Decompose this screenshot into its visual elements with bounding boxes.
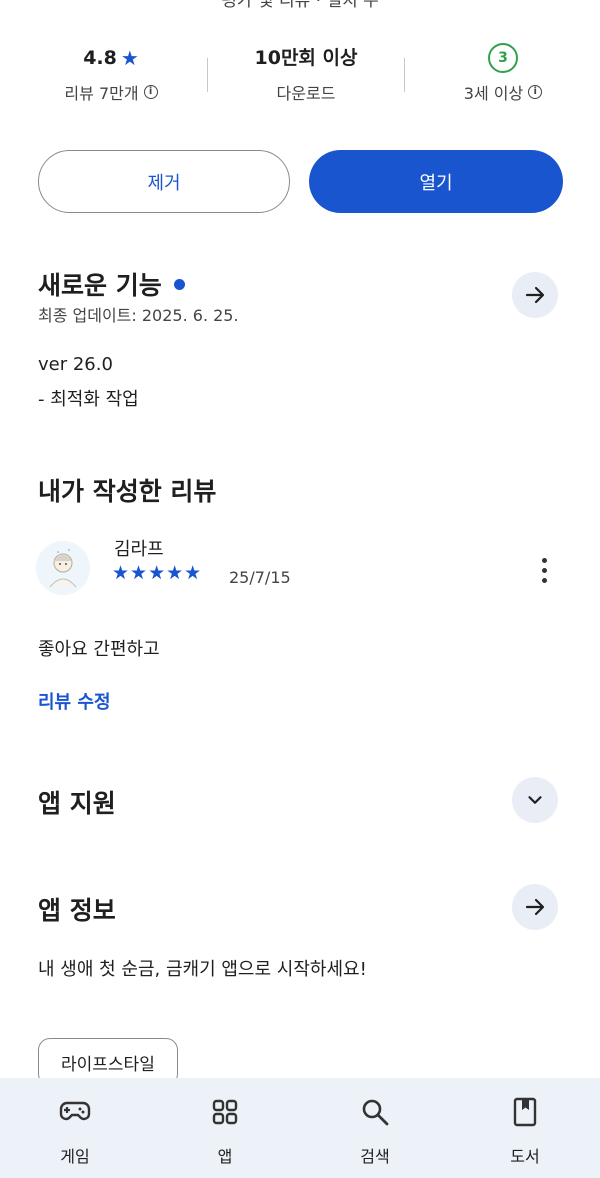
- age-label: 3세 이상: [463, 84, 524, 103]
- whats-new-title-text: 새로운 기능: [38, 271, 162, 300]
- more-options-icon[interactable]: [532, 553, 556, 587]
- rating-stat[interactable]: 4.8 ★ 리뷰 7만개 i: [11, 40, 211, 104]
- age-rating-badge: 3: [488, 43, 518, 73]
- nav-label: 게임: [60, 1147, 90, 1166]
- age-stat[interactable]: 3 3세 이상 i: [403, 40, 600, 104]
- app-info-title[interactable]: 앱 정보: [38, 891, 116, 927]
- avatar-illustration: [36, 541, 90, 595]
- app-info-arrow-button[interactable]: [512, 884, 558, 930]
- rating-value: 4.8: [83, 47, 117, 69]
- downloads-label: 다운로드: [276, 84, 336, 103]
- info-icon: i: [143, 85, 158, 99]
- nav-label: 앱: [217, 1147, 233, 1166]
- apps-grid-icon: [212, 1099, 238, 1125]
- open-button[interactable]: 열기: [309, 150, 563, 213]
- last-updated: 최종 업데이트: 2025. 6. 25.: [38, 306, 239, 325]
- downloads-stat: 10만회 이상 다운로드: [206, 40, 406, 104]
- review-stars: ★★★★★: [112, 562, 203, 584]
- gamepad-icon: [59, 1101, 91, 1121]
- whats-new-arrow-button[interactable]: [512, 272, 558, 318]
- book-icon: [513, 1097, 537, 1127]
- search-icon: [362, 1099, 389, 1126]
- edit-review-link[interactable]: 리뷰 수정: [38, 688, 111, 714]
- remove-button[interactable]: 제거: [38, 150, 290, 213]
- nav-item-books[interactable]: 도서: [450, 1078, 600, 1178]
- whats-new-title[interactable]: 새로운 기능: [38, 266, 185, 302]
- my-review-title: 내가 작성한 리뷰: [38, 477, 217, 506]
- nav-label: 도서: [510, 1147, 540, 1166]
- app-support-expand-button[interactable]: [512, 777, 558, 823]
- chevron-down-icon: [528, 796, 542, 804]
- reviewer-name: 김라프: [114, 539, 164, 560]
- bottom-navigation: 게임 앱 검색 도서: [0, 1078, 600, 1178]
- star-icon: ★: [120, 46, 139, 70]
- review-text: 좋아요 간편하고: [38, 639, 160, 660]
- review-date: 25/7/15: [229, 568, 291, 587]
- nav-item-search[interactable]: 검색: [300, 1078, 450, 1178]
- whats-new-line: ver 26.0: [38, 354, 113, 375]
- app-support-title[interactable]: 앱 지원: [38, 784, 116, 820]
- nav-item-apps[interactable]: 앱: [150, 1078, 300, 1178]
- app-description: 내 생애 첫 순금, 금캐기 앱으로 시작하세요!: [38, 959, 367, 980]
- avatar: [36, 541, 90, 595]
- info-icon: i: [528, 85, 543, 99]
- whats-new-line: - 최적화 작업: [38, 389, 139, 410]
- arrow-right-icon: [525, 898, 545, 916]
- review-count: 리뷰 7만개: [64, 84, 139, 103]
- header-partial-text: 평가 및 리뷰 · 설치 수: [221, 0, 379, 11]
- new-indicator-dot: [173, 278, 185, 290]
- nav-item-games[interactable]: 게임: [0, 1078, 150, 1178]
- downloads-value: 10만회 이상: [254, 47, 358, 69]
- arrow-right-icon: [525, 286, 545, 304]
- nav-label: 검색: [360, 1147, 390, 1166]
- app-stats: 4.8 ★ 리뷰 7만개 i 10만회 이상 다운로드 3 3세 이상 i: [0, 40, 600, 120]
